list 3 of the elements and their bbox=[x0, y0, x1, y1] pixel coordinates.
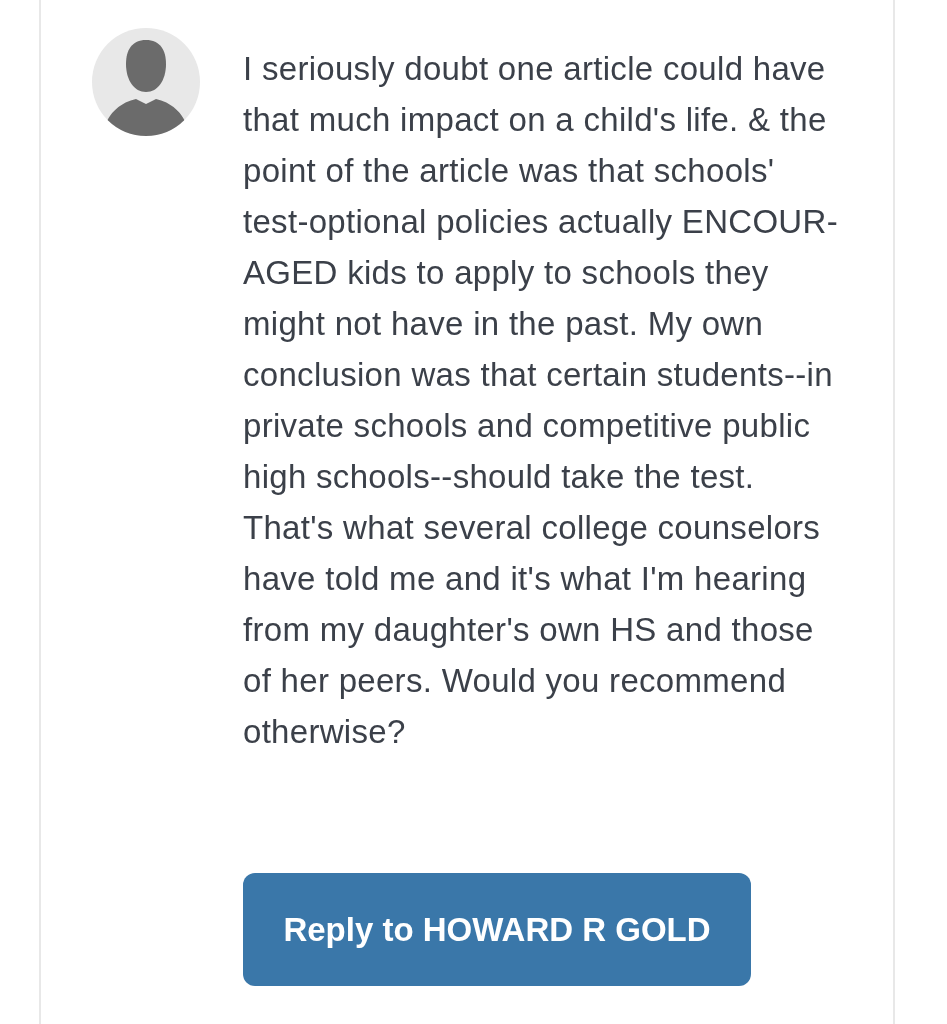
avatar-icon bbox=[92, 28, 200, 136]
reply-button[interactable]: Reply to HOWARD R GOLD bbox=[243, 873, 751, 986]
comment-text: I seriously doubt one article could have that much impact on a child's life. & the point of the article was that schools' test-optional policies actually ENCOUR-AGED kids to apply to schools they might not have in the past. My own conclusion was that certain students--in private schools and competitive public high schools--should take the test. That's what several college counselors have told me and it's what I'm hearing from my daughter's own HS and those of her peers. Would you recommend otherwise? bbox=[243, 49, 839, 752]
